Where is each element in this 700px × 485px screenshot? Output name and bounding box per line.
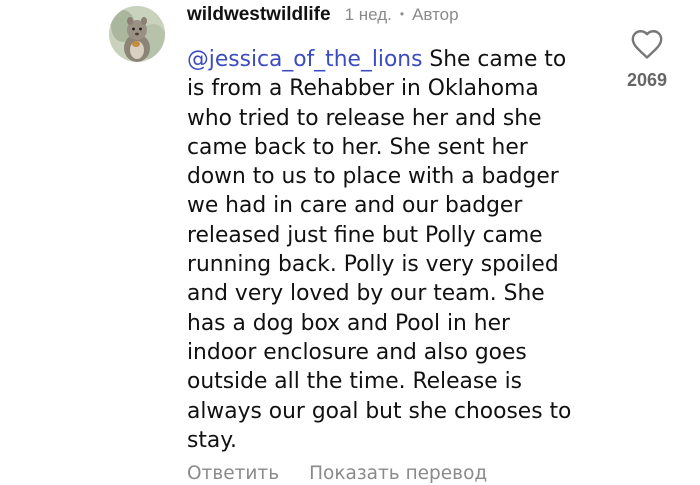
reply-button[interactable]: Ответить [187, 463, 279, 484]
comment-line: stay. [187, 427, 237, 453]
comment-line: outside all the time. Release is [187, 369, 522, 395]
comment-line: down to us to place with a badger [187, 164, 559, 190]
username[interactable]: wildwestwildlife [187, 4, 331, 26]
like-control: 2069 [615, 28, 679, 91]
comment-line: running back. Polly is very spoiled [187, 252, 559, 278]
comment-line: indoor enclosure and also goes [187, 339, 527, 365]
author-badge: Автор [412, 5, 459, 24]
comment-actions: Ответить Показать перевод [187, 463, 487, 484]
comment-line: and very loved by our team. She [187, 281, 545, 307]
comment-line: we had in care and our badger [187, 193, 523, 219]
comment-line: has a dog box and Pool in her [187, 310, 510, 336]
squirrel-avatar-icon [109, 6, 165, 62]
comment-line: She came to [422, 47, 567, 72]
comment-line: is from a Rehabber in Oklahoma [187, 76, 539, 102]
show-translation-button[interactable]: Показать перевод [309, 463, 487, 484]
comment-text: @jessica_of_the_lions She came to is from… [187, 45, 602, 455]
comment: wildwestwildlife 1 нед. • Автор @jessica… [0, 0, 700, 485]
heart-icon[interactable] [630, 28, 664, 60]
comment-line: always our goal but she chooses to [187, 398, 572, 424]
comment-header: wildwestwildlife 1 нед. • Автор [187, 4, 459, 30]
timestamp: 1 нед. [344, 5, 392, 24]
comment-line: came back to her. She sent her [187, 134, 528, 160]
comment-line: released just fine but Polly came [187, 222, 543, 248]
separator-dot: • [399, 7, 405, 21]
like-count: 2069 [626, 70, 668, 90]
comment-line: who tried to release her and she [187, 105, 542, 131]
avatar[interactable] [109, 6, 165, 62]
mention-link[interactable]: @jessica_of_the_lions [187, 47, 422, 72]
